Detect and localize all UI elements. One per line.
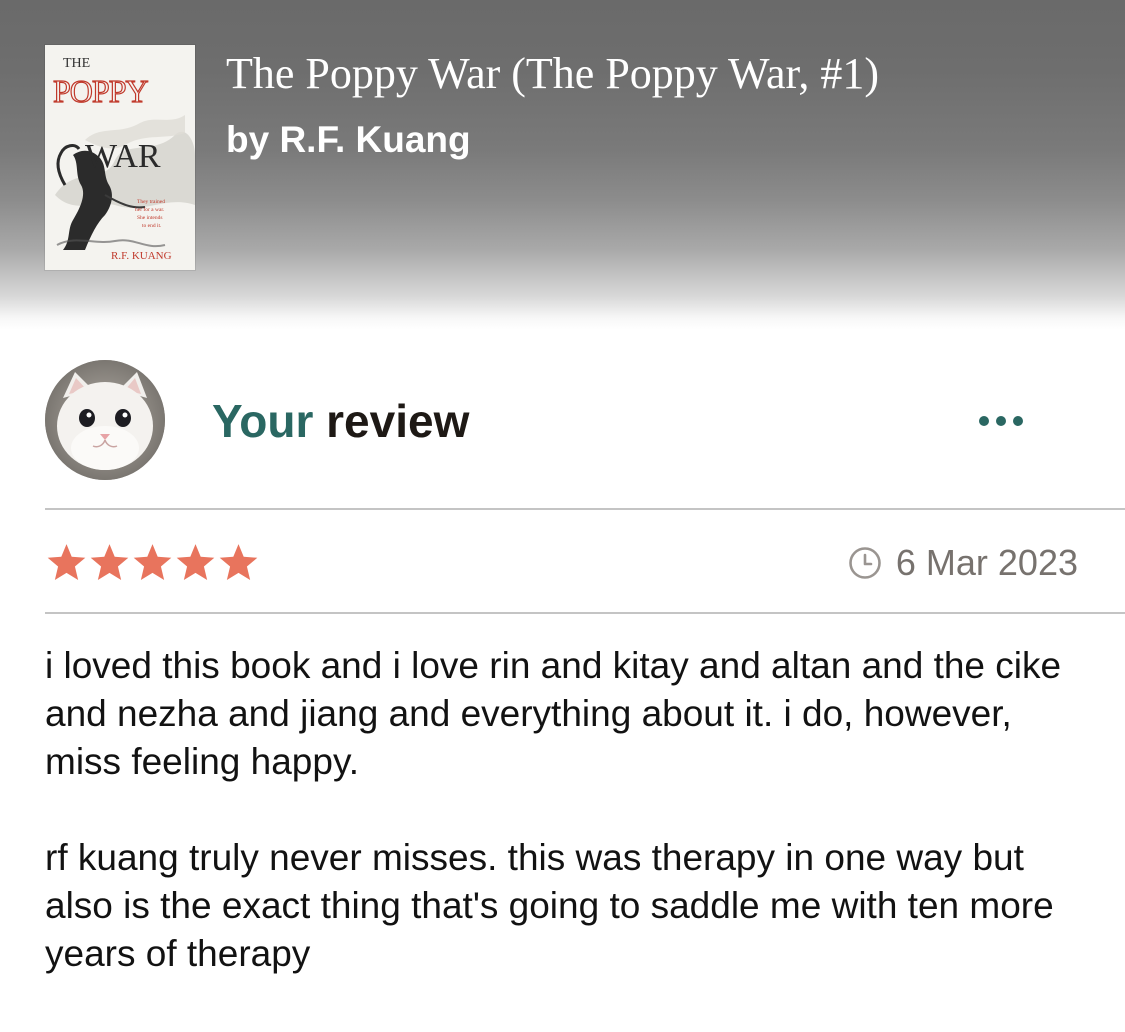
review-paragraph: rf kuang truly never misses. this was th…	[45, 837, 1054, 974]
star-icon[interactable]	[45, 542, 88, 585]
review-paragraph: i loved this book and i love rin and kit…	[45, 645, 1062, 782]
more-horizontal-icon-dot-3	[1013, 416, 1023, 426]
review-body: i loved this book and i love rin and kit…	[45, 642, 1085, 1026]
star-icon[interactable]	[217, 542, 260, 585]
clock-icon	[849, 547, 881, 579]
book-cover-art: THE POPPY WAR They trained her for a war…	[45, 45, 195, 270]
cover-top-word: THE	[63, 56, 90, 71]
cover-title-line1: POPPY	[53, 73, 149, 109]
divider	[45, 508, 1125, 510]
review-date: 6 Mar 2023	[848, 540, 1078, 586]
cover-tagline-3: She intends	[137, 215, 163, 221]
kitten-avatar-icon	[45, 360, 165, 480]
cover-tagline-4: to end it.	[142, 223, 162, 229]
more-horizontal-icon-dot-2	[996, 416, 1006, 426]
review-date-text: 6 Mar 2023	[895, 542, 1078, 583]
divider	[45, 612, 1125, 614]
cover-tagline-2: her for a war.	[135, 206, 165, 213]
avatar[interactable]	[45, 360, 165, 480]
star-rating[interactable]	[45, 542, 260, 586]
book-author[interactable]: by R.F. Kuang	[226, 118, 471, 162]
review-heading-highlight: Your	[212, 395, 314, 447]
cover-title-line2: WAR	[85, 138, 161, 175]
star-icon[interactable]	[174, 542, 217, 585]
review-heading-rest: review	[313, 395, 470, 447]
cover-tagline-1: They trained	[137, 199, 165, 205]
more-horizontal-icon-dot-1	[979, 416, 989, 426]
cover-author: R.F. KUANG	[111, 250, 172, 262]
star-icon[interactable]	[131, 542, 174, 585]
review-heading: Your review	[212, 394, 469, 448]
more-options-button[interactable]	[970, 404, 1032, 438]
book-cover[interactable]: THE POPPY WAR They trained her for a war…	[45, 45, 195, 270]
book-header: THE POPPY WAR They trained her for a war…	[0, 0, 1125, 330]
star-icon[interactable]	[88, 542, 131, 585]
book-title[interactable]: The Poppy War (The Poppy War, #1)	[226, 48, 879, 100]
